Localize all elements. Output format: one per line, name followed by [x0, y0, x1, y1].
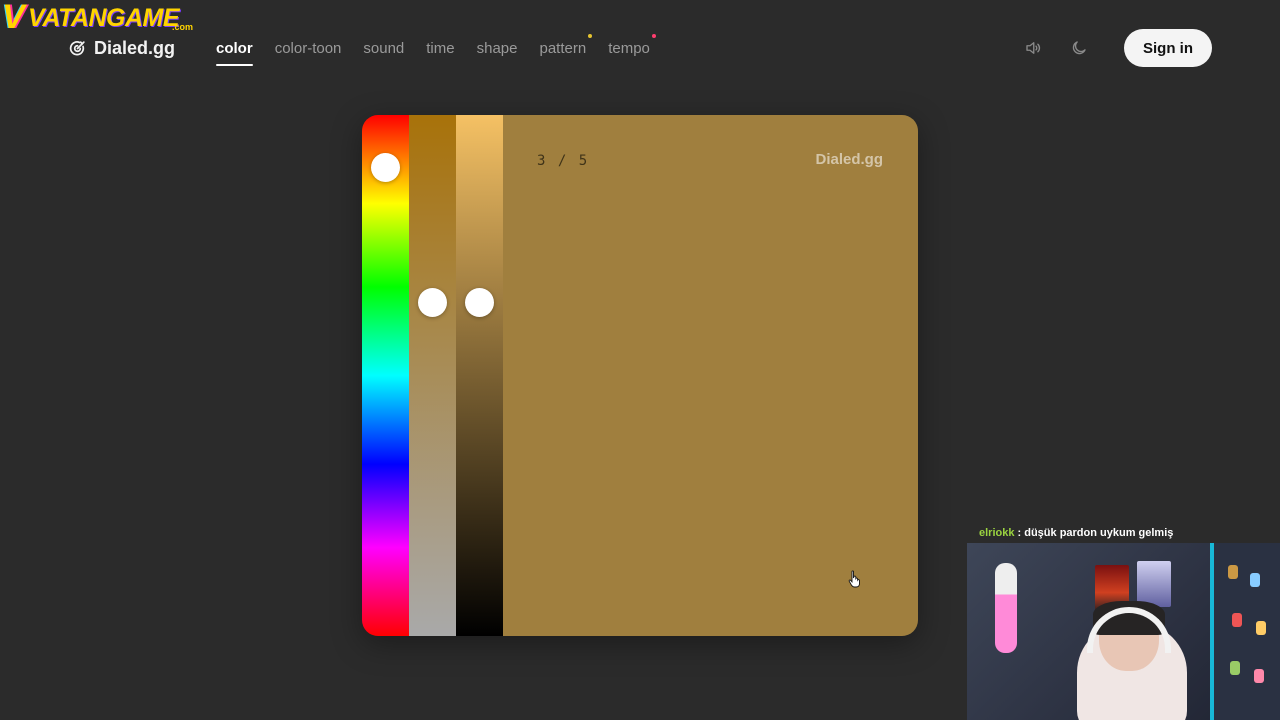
- new-indicator-dot: [651, 34, 656, 38]
- volume-icon: [1026, 42, 1041, 54]
- saturation-slider-handle[interactable]: [418, 288, 447, 318]
- brand-link[interactable]: Dialed.gg: [68, 38, 175, 59]
- hue-slider-handle[interactable]: [371, 152, 400, 182]
- tab-label: tempo: [608, 40, 650, 57]
- tab-label: shape: [476, 40, 518, 57]
- theme-toggle-button[interactable]: [1068, 37, 1090, 59]
- color-preview-panel: 3 / 5 Dialed.gg: [503, 115, 918, 636]
- wall-poster: [1137, 561, 1171, 607]
- brightness-slider-handle[interactable]: [465, 288, 494, 318]
- dial-logo-icon: [69, 41, 85, 56]
- tab-label: color: [216, 40, 253, 57]
- microphone: [995, 563, 1017, 653]
- color-game-card: 3 / 5 Dialed.gg: [362, 115, 918, 636]
- hue-slider[interactable]: [362, 115, 409, 636]
- tab-pattern[interactable]: pattern: [539, 34, 593, 63]
- tab-label: color-toon: [274, 40, 342, 57]
- figure-shelf: [1210, 543, 1280, 720]
- logo-domain: .com: [172, 22, 194, 32]
- hand-cursor-icon: [848, 570, 860, 588]
- stream-chat-message: elriokk : düşük pardon uykum gelmiş: [979, 527, 1173, 539]
- tab-label: time: [426, 40, 455, 57]
- brand-name: Dialed.gg: [94, 38, 176, 58]
- tab-tempo[interactable]: tempo: [608, 34, 656, 63]
- sound-toggle-button[interactable]: [1022, 37, 1044, 59]
- game-mode-tabs: color color-toon sound time shape patter…: [216, 34, 656, 66]
- chat-text: : düşük pardon uykum gelmiş: [1014, 527, 1174, 539]
- tab-sound[interactable]: sound: [363, 40, 404, 63]
- round-progress: 3 / 5: [537, 153, 590, 169]
- tab-color-toon[interactable]: color-toon: [275, 40, 342, 63]
- streamer-webcam: [967, 543, 1280, 720]
- tab-label: pattern: [539, 40, 587, 57]
- tab-color[interactable]: color: [216, 40, 253, 66]
- card-watermark: Dialed.gg: [815, 151, 883, 168]
- chat-username: elriokk: [979, 527, 1015, 539]
- brightness-slider[interactable]: [456, 115, 503, 636]
- vatangame-logo: V VATANGAME .com: [2, 0, 202, 36]
- logo-initial: V: [2, 0, 25, 36]
- logo-text: VATANGAME: [28, 4, 180, 32]
- header-actions: Sign in: [1022, 29, 1212, 67]
- moon-icon: [1072, 41, 1086, 55]
- saturation-slider[interactable]: [409, 115, 456, 636]
- sign-in-button[interactable]: Sign in: [1124, 29, 1212, 67]
- new-indicator-dot: [588, 34, 593, 38]
- tab-shape[interactable]: shape: [477, 40, 518, 63]
- tab-time[interactable]: time: [426, 40, 454, 63]
- tab-label: sound: [363, 40, 405, 57]
